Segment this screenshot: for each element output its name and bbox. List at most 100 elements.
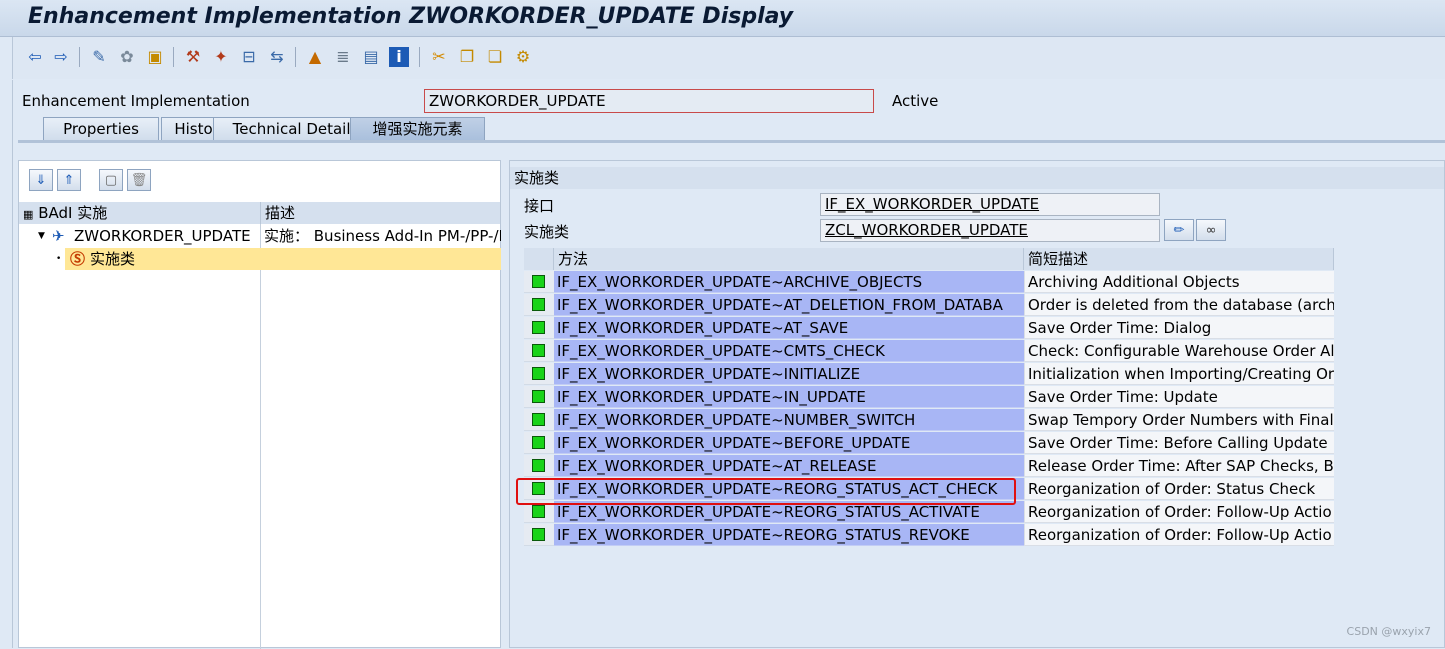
implementing-class-panel: 实施类 接口 IF_EX_WORKORDER_UPDATE 实施类 ZCL_WO… xyxy=(509,160,1445,648)
where-used-icon[interactable]: ⊟ xyxy=(239,47,259,67)
status-green-icon xyxy=(532,275,545,288)
class-field[interactable]: ZCL_WORKORDER_UPDATE xyxy=(820,219,1160,242)
method-name[interactable]: IF_EX_WORKORDER_UPDATE~REORG_STATUS_REVO… xyxy=(554,524,1024,546)
status-green-icon xyxy=(532,413,545,426)
display-change-icon[interactable]: ✿ xyxy=(117,47,137,67)
section-title: 实施类 xyxy=(510,167,1444,189)
status-green-icon xyxy=(532,505,545,518)
tree-child-name: 实施类 xyxy=(90,250,136,268)
pencil-icon: ✏ xyxy=(1173,222,1185,238)
impl-name-field[interactable]: ZWORKORDER_UPDATE xyxy=(424,89,874,113)
method-name[interactable]: IF_EX_WORKORDER_UPDATE~AT_RELEASE xyxy=(554,455,1024,477)
check-icon[interactable]: ⚒ xyxy=(183,47,203,67)
methods-select-header xyxy=(524,248,554,270)
table-row[interactable]: IF_EX_WORKORDER_UPDATE~IN_UPDATE Save Ord… xyxy=(524,386,1334,409)
status-text: Active xyxy=(892,92,939,110)
expand-all-button[interactable]: ⇓ xyxy=(29,169,53,191)
badi-tree-panel: ⇓ ⇑ ▢ 🗑 ▦ BAdI 实施 描述 ▼ ✈ ZWORKORDER_UPDA… xyxy=(18,160,501,649)
hierarchy-icon[interactable]: ⚙ xyxy=(513,47,533,67)
method-name[interactable]: IF_EX_WORKORDER_UPDATE~ARCHIVE_OBJECTS xyxy=(554,271,1024,293)
method-desc: Check: Configurable Warehouse Order All xyxy=(1024,340,1334,362)
row-selector[interactable] xyxy=(524,432,554,454)
glasses-icon: ∞ xyxy=(1205,222,1217,238)
method-name[interactable]: IF_EX_WORKORDER_UPDATE~CMTS_CHECK xyxy=(554,340,1024,362)
method-desc: Reorganization of Order: Follow-Up Actio xyxy=(1024,501,1334,523)
table-icon: ▦ xyxy=(23,208,34,221)
collapse-triangle-icon[interactable]: ▼ xyxy=(35,225,49,247)
table-row[interactable]: IF_EX_WORKORDER_UPDATE~AT_DELETION_FROM_… xyxy=(524,294,1334,317)
method-desc: Order is deleted from the database (arch… xyxy=(1024,294,1334,316)
title-bar: Enhancement Implementation ZWORKORDER_UP… xyxy=(0,0,1445,37)
status-green-icon xyxy=(532,344,545,357)
toolbar-separator xyxy=(295,47,296,67)
info-icon[interactable]: i xyxy=(389,47,409,67)
collapse-all-button[interactable]: ⇑ xyxy=(57,169,81,191)
table-row[interactable]: IF_EX_WORKORDER_UPDATE~NUMBER_SWITCH Swap… xyxy=(524,409,1334,432)
layout-icon[interactable]: ▤ xyxy=(361,47,381,67)
tree-header-desc: 描述 xyxy=(261,202,501,224)
method-desc: Save Order Time: Update xyxy=(1024,386,1334,408)
table-row[interactable]: IF_EX_WORKORDER_UPDATE~AT_SAVE Save Order… xyxy=(524,317,1334,340)
method-desc: Reorganization of Order: Status Check xyxy=(1024,478,1334,500)
method-desc: Release Order Time: After SAP Checks, B xyxy=(1024,455,1334,477)
expand-all-icon: ⇓ xyxy=(35,172,47,188)
method-name[interactable]: IF_EX_WORKORDER_UPDATE~AT_SAVE xyxy=(554,317,1024,339)
forward-arrow-icon[interactable]: ⇨ xyxy=(51,47,71,67)
method-desc: Swap Tempory Order Numbers with Final xyxy=(1024,409,1334,431)
edit-button[interactable]: ✏ xyxy=(1164,219,1194,241)
table-row[interactable]: IF_EX_WORKORDER_UPDATE~BEFORE_UPDATE Save… xyxy=(524,432,1334,455)
collapse-all-icon: ⇑ xyxy=(63,172,75,188)
table-row[interactable]: IF_EX_WORKORDER_UPDATE~ARCHIVE_OBJECTS Ar… xyxy=(524,271,1334,294)
toolbar-separator xyxy=(173,47,174,67)
status-green-icon xyxy=(532,459,545,472)
activate-icon[interactable]: ▣ xyxy=(145,47,165,67)
method-name[interactable]: IF_EX_WORKORDER_UPDATE~NUMBER_SWITCH xyxy=(554,409,1024,431)
interface-field[interactable]: IF_EX_WORKORDER_UPDATE xyxy=(820,193,1160,216)
navigation-icon[interactable]: ▲ xyxy=(305,47,325,67)
status-green-icon xyxy=(532,436,545,449)
class-label: 实施类 xyxy=(524,223,570,241)
method-name[interactable]: IF_EX_WORKORDER_UPDATE~INITIALIZE xyxy=(554,363,1024,385)
object-list-icon[interactable]: ⇆ xyxy=(267,47,287,67)
row-selector[interactable] xyxy=(524,317,554,339)
copy-icon[interactable]: ❐ xyxy=(457,47,477,67)
method-name[interactable]: IF_EX_WORKORDER_UPDATE~IN_UPDATE xyxy=(554,386,1024,408)
paste-icon[interactable]: ❏ xyxy=(485,47,505,67)
row-selector[interactable] xyxy=(524,455,554,477)
interface-label: 接口 xyxy=(524,197,555,215)
row-selector[interactable] xyxy=(524,294,554,316)
table-row[interactable]: IF_EX_WORKORDER_UPDATE~REORG_STATUS_REVO… xyxy=(524,524,1334,547)
tab-enhancement-elements[interactable]: 增强实施元素 xyxy=(350,117,485,141)
cut-icon[interactable]: ✂ xyxy=(429,47,449,67)
display-object-list-icon[interactable]: ≣ xyxy=(333,47,353,67)
tree-root-row[interactable]: ▼ ✈ ZWORKORDER_UPDATE 实施： Business Add-I… xyxy=(19,225,501,248)
column-divider xyxy=(260,224,261,649)
row-selector[interactable] xyxy=(524,386,554,408)
new-document-icon: ▢ xyxy=(104,172,118,188)
row-selector[interactable] xyxy=(524,409,554,431)
tab-properties[interactable]: Properties xyxy=(43,117,159,141)
impl-label: Enhancement Implementation xyxy=(22,92,250,110)
row-selector[interactable] xyxy=(524,363,554,385)
create-button[interactable]: ▢ xyxy=(99,169,123,191)
display-button[interactable]: ∞ xyxy=(1196,219,1226,241)
table-row[interactable]: IF_EX_WORKORDER_UPDATE~CMTS_CHECK Check: … xyxy=(524,340,1334,363)
tree-header-badi-label: BAdI 实施 xyxy=(38,204,108,222)
table-row[interactable]: IF_EX_WORKORDER_UPDATE~INITIALIZE Initial… xyxy=(524,363,1334,386)
tree-root-name: ZWORKORDER_UPDATE xyxy=(74,227,251,245)
tree-child-row[interactable]: • Ⓢ 实施类 xyxy=(19,248,501,271)
method-name[interactable]: IF_EX_WORKORDER_UPDATE~AT_DELETION_FROM_… xyxy=(554,294,1024,316)
methods-header-method: 方法 xyxy=(554,248,1024,270)
other-object-icon[interactable]: ✎ xyxy=(89,47,109,67)
table-row[interactable]: IF_EX_WORKORDER_UPDATE~AT_RELEASE Release… xyxy=(524,455,1334,478)
back-arrow-icon[interactable]: ⇦ xyxy=(25,47,45,67)
row-selector[interactable] xyxy=(524,524,554,546)
method-name[interactable]: IF_EX_WORKORDER_UPDATE~BEFORE_UPDATE xyxy=(554,432,1024,454)
delete-button[interactable]: 🗑 xyxy=(127,169,151,191)
row-selector[interactable] xyxy=(524,340,554,362)
method-desc: Reorganization of Order: Follow-Up Actio xyxy=(1024,524,1334,546)
test-icon[interactable]: ✦ xyxy=(211,47,231,67)
method-desc: Initialization when Importing/Creating O… xyxy=(1024,363,1334,385)
implementing-class-icon: Ⓢ xyxy=(70,250,86,268)
row-selector[interactable] xyxy=(524,271,554,293)
